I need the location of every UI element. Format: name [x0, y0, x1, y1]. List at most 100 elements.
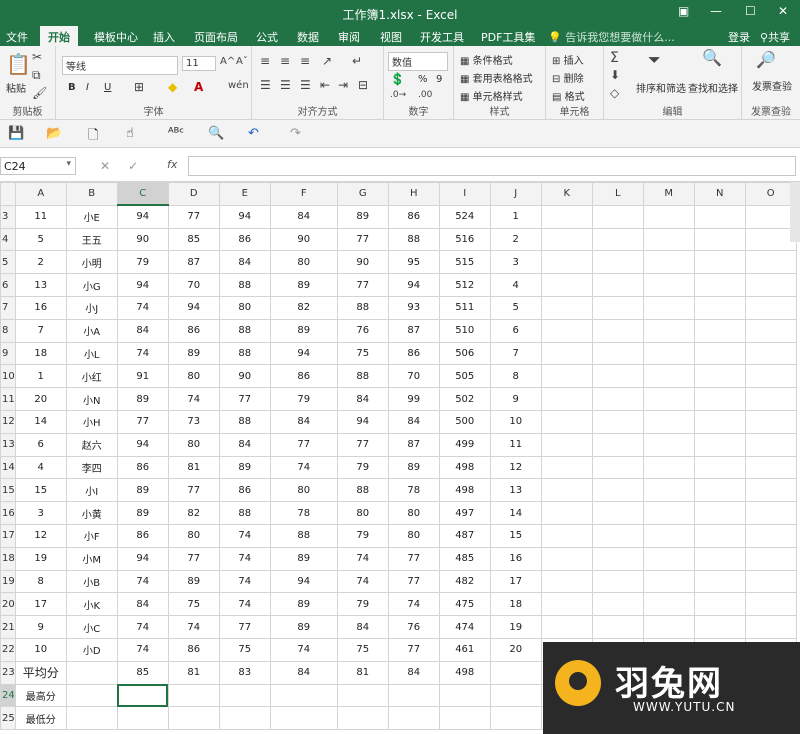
cell[interactable]: 94 [269, 569, 338, 594]
column-header[interactable]: N [693, 182, 746, 206]
align-right-icon[interactable]: ☰ [300, 78, 311, 92]
cell[interactable]: 6 [489, 318, 542, 343]
cell[interactable]: 3 [489, 250, 542, 275]
cell[interactable] [693, 546, 746, 571]
cell[interactable]: 18 [14, 341, 67, 366]
cell[interactable]: 94 [269, 341, 338, 366]
row-header[interactable]: 16 [0, 501, 16, 525]
cell[interactable]: 74 [116, 615, 169, 639]
cell[interactable]: 475 [438, 592, 491, 617]
font-color-icon[interactable]: A [194, 80, 203, 94]
cell[interactable] [540, 501, 593, 525]
row-header[interactable]: 12 [0, 409, 16, 434]
cell[interactable]: 511 [438, 295, 491, 320]
row-header[interactable]: 20 [0, 592, 16, 617]
column-header[interactable]: E [218, 182, 271, 206]
close-icon[interactable]: ✕ [778, 4, 788, 18]
cell[interactable]: 499 [438, 432, 491, 457]
row-header[interactable]: 22 [0, 637, 16, 662]
cell[interactable] [744, 204, 797, 229]
cell[interactable]: 474 [438, 615, 491, 639]
row-header[interactable]: 7 [0, 295, 16, 320]
vertical-scrollbar[interactable] [790, 182, 800, 242]
cell[interactable]: 19 [14, 546, 67, 571]
cell[interactable]: 77 [336, 273, 389, 297]
cell[interactable]: 小C [65, 615, 118, 639]
cell[interactable]: 小K [65, 592, 118, 617]
row-header[interactable]: 24 [0, 683, 16, 708]
cell[interactable]: 88 [218, 501, 271, 525]
cell[interactable]: 赵六 [65, 432, 118, 457]
cell[interactable]: 510 [438, 318, 491, 343]
cell[interactable]: 88 [218, 341, 271, 366]
cell[interactable]: 14 [489, 501, 542, 525]
cell[interactable]: 10 [14, 637, 67, 662]
cell[interactable] [693, 592, 746, 617]
align-left-icon[interactable]: ☰ [260, 78, 271, 92]
cell[interactable]: 80 [387, 501, 440, 525]
cell[interactable]: 2 [14, 250, 67, 275]
cell[interactable]: 77 [167, 546, 220, 571]
cell[interactable]: 74 [218, 523, 271, 548]
column-header[interactable]: G [336, 182, 389, 206]
cell[interactable]: 90 [218, 364, 271, 389]
cell[interactable] [642, 273, 695, 297]
font-size-select[interactable]: 11 [182, 56, 216, 71]
conditional-format-button[interactable]: ▦ 条件格式 [460, 52, 513, 67]
cell[interactable]: 78 [387, 478, 440, 503]
cell[interactable] [693, 295, 746, 320]
tell-me-box[interactable]: 💡 告诉我您想要做什么... [548, 29, 675, 45]
invoice-check-button[interactable]: 发票查验 [752, 78, 792, 93]
cell[interactable]: 88 [218, 409, 271, 434]
cell[interactable]: 461 [438, 637, 491, 662]
cell[interactable]: 94 [336, 409, 389, 434]
cell[interactable]: 90 [336, 250, 389, 275]
cell[interactable]: 小L [65, 341, 118, 366]
cell[interactable]: 84 [387, 409, 440, 434]
cell[interactable]: 83 [218, 660, 271, 685]
save-icon[interactable]: 💾 [8, 126, 24, 141]
cell[interactable]: 94 [387, 273, 440, 297]
cell[interactable] [438, 706, 491, 731]
cell[interactable]: 524 [438, 204, 491, 229]
tab-template[interactable]: 模板中心 [94, 29, 138, 45]
cell[interactable]: 89 [167, 341, 220, 366]
redo-icon[interactable]: ↷ [290, 126, 301, 141]
cell[interactable]: 84 [218, 250, 271, 275]
cell[interactable] [591, 455, 644, 480]
cell[interactable] [540, 409, 593, 434]
cell[interactable] [744, 523, 797, 548]
cell[interactable]: 19 [489, 615, 542, 639]
column-header[interactable]: B [65, 182, 118, 206]
column-header[interactable]: D [167, 182, 220, 206]
align-center-icon[interactable]: ☰ [280, 78, 291, 92]
cell[interactable]: 88 [218, 273, 271, 297]
cell[interactable] [744, 409, 797, 434]
cell[interactable]: 88 [269, 523, 338, 548]
cell[interactable] [591, 478, 644, 503]
name-box[interactable]: C24 [0, 157, 76, 175]
cell[interactable]: 13 [489, 478, 542, 503]
row-header[interactable]: 14 [0, 455, 16, 480]
cell[interactable] [744, 387, 797, 411]
cell[interactable]: 86 [387, 341, 440, 366]
tab-home[interactable]: 开始 [40, 26, 78, 46]
cell[interactable] [540, 341, 593, 366]
cell[interactable] [591, 364, 644, 389]
cell[interactable]: 4 [14, 455, 67, 480]
cell[interactable]: 89 [218, 455, 271, 480]
cell[interactable]: 80 [269, 250, 338, 275]
cell[interactable]: 85 [116, 660, 169, 685]
cell[interactable]: 平均分 [14, 660, 67, 685]
cell[interactable]: 84 [336, 387, 389, 411]
row-header[interactable]: 6 [0, 273, 16, 297]
cell[interactable]: 小B [65, 569, 118, 594]
ribbon-display-icon[interactable]: ▣ [678, 4, 689, 18]
cell[interactable]: 74 [218, 569, 271, 594]
cell[interactable]: 9 [489, 387, 542, 411]
italic-button[interactable]: I [86, 82, 89, 93]
cell[interactable] [540, 227, 593, 252]
row-header[interactable]: 15 [0, 478, 16, 503]
cell-styles-button[interactable]: ▦ 单元格样式 [460, 88, 523, 103]
cell[interactable]: 最高分 [14, 683, 67, 708]
